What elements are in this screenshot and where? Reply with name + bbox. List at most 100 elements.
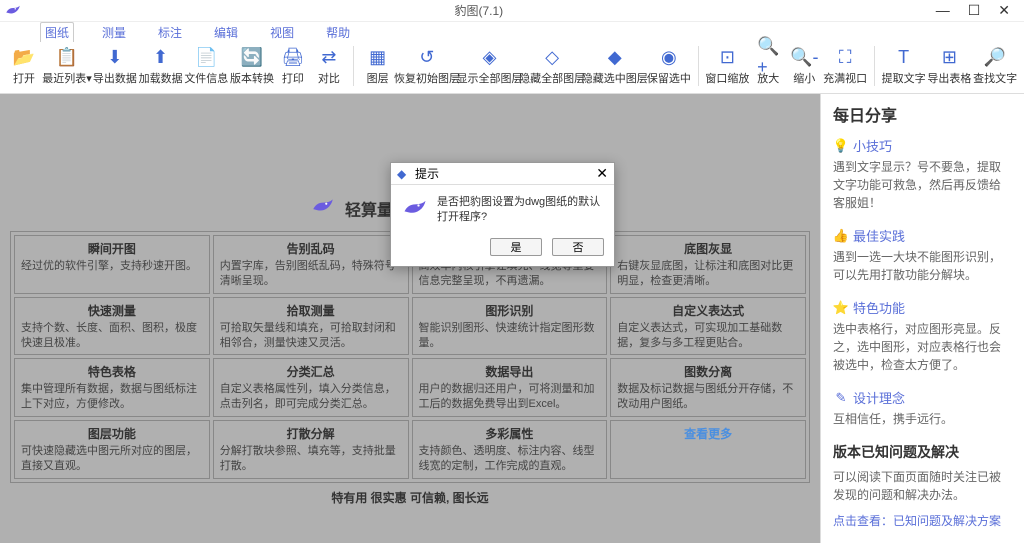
card-desc: 分解打散块参照、填充等，支持批量打散。 (220, 444, 402, 474)
toolbar-separator (874, 46, 875, 86)
toolbar-button-加载数据[interactable]: ⬆加载数据 (138, 44, 184, 88)
canvas-area: 轻算量快看图就用豹图! 瞬间开图经过优的软件引擎，支持秒速开图。告别乱码内置字库… (0, 94, 820, 543)
toolbar-button-版本转换[interactable]: 🔄版本转换 (229, 44, 275, 88)
文件信息-icon: 📄 (195, 46, 217, 68)
toolbar-label: 导出数据 (93, 70, 137, 86)
dialog-no-button[interactable]: 否 (552, 238, 604, 256)
窗口缩放-icon: ⊡ (716, 46, 738, 68)
share-item: 👍最佳实践遇到一选一大块不能图形识别，可以先用打散功能分解块。 (833, 226, 1012, 284)
dialog-yes-button[interactable]: 是 (490, 238, 542, 256)
welcome-logo-icon (310, 194, 336, 223)
toolbar-button-查找文字[interactable]: 🔎查找文字 (972, 44, 1018, 88)
toolbar-button-打印[interactable]: 🖨打印 (275, 44, 311, 88)
share-icon: 💡 (833, 138, 849, 154)
toolbar-button-隐藏全部图层[interactable]: ◇隐藏全部图层 (521, 44, 584, 88)
share-icon: ⭐ (833, 300, 849, 316)
放大-icon: 🔍+ (757, 46, 779, 68)
share-item: 💡小技巧遇到文字显示？号不要急，提取文字功能可救急，然后再反馈给客服姐！ (833, 136, 1012, 212)
card-desc: 经过优的软件引擎，支持秒速开图。 (21, 259, 203, 274)
feature-card: 图形识别智能识别图形、快速统计指定图形数量。 (412, 297, 608, 356)
对比-icon: ⇄ (318, 46, 340, 68)
card-title: 特色表格 (21, 363, 203, 380)
最近列表▾-icon: 📋 (56, 46, 78, 68)
share-desc: 互相信任，携手远行。 (833, 410, 1012, 428)
menu-tab-3[interactable]: 编辑 (210, 23, 242, 42)
menu-tab-4[interactable]: 视图 (266, 23, 298, 42)
menu-tab-2[interactable]: 标注 (154, 23, 186, 42)
dialog-title: 提示 (415, 165, 596, 182)
dialog-icon: ◆ (397, 167, 411, 181)
menu-tab-5[interactable]: 帮助 (322, 23, 354, 42)
toolbar-button-打开[interactable]: 📂 打开 (6, 44, 42, 88)
缩小-icon: 🔍- (793, 46, 815, 68)
toolbar-button-图层[interactable]: ▦图层 (360, 44, 396, 88)
share-desc: 遇到文字显示？号不要急，提取文字功能可救急，然后再反馈给客服姐！ (833, 158, 1012, 212)
toolbar-button-保留选中[interactable]: ◉ 保留选中 (646, 44, 692, 88)
打开-icon: 📂 (13, 46, 35, 68)
welcome-footer: 特有用 很实惠 可信赖, 图长远 (10, 483, 810, 512)
card-title: 告别乱码 (220, 240, 402, 257)
feature-card: 图数分离数据及标记数据与图纸分开存储，不改动用户图纸。 (610, 358, 806, 417)
maximize-icon[interactable]: ☐ (968, 2, 981, 19)
share-title: 最佳实践 (853, 226, 905, 245)
issues-title: 版本已知问题及解决 (833, 442, 1012, 462)
feature-card: 瞬间开图经过优的软件引擎，支持秒速开图。 (14, 235, 210, 294)
menu-tab-0[interactable]: 图纸 (40, 22, 74, 42)
menubar: 图纸 测量 标注 编辑 视图 帮助 (0, 22, 1024, 42)
minimize-icon[interactable]: — (936, 2, 950, 19)
导出数据-icon: ⬇ (104, 46, 126, 68)
toolbar-button-提取文字[interactable]: T提取文字 (881, 44, 927, 88)
close-icon[interactable]: ✕ (998, 2, 1010, 19)
card-title: 查看更多 (617, 425, 799, 442)
toolbar-label: 缩小 (793, 70, 815, 86)
toolbar-label: 保留选中 (647, 70, 691, 86)
toolbar-button-隐藏选中图层[interactable]: ◆隐藏选中图层 (583, 44, 646, 88)
toolbar-button-最近列表▾[interactable]: 📋 最近列表▾ (42, 44, 92, 88)
card-title: 瞬间开图 (21, 240, 203, 257)
card-title: 打散分解 (220, 425, 402, 442)
保留选中-icon: ◉ (658, 46, 680, 68)
workspace: 轻算量快看图就用豹图! 瞬间开图经过优的软件引擎，支持秒速开图。告别乱码内置字库… (0, 94, 1024, 543)
toolbar-button-导出表格[interactable]: ⊞导出表格 (927, 44, 973, 88)
card-desc: 内置字库，告别图纸乱码，特殊符号清晰呈现。 (220, 259, 402, 289)
issues-desc: 可以阅读下面页面随时关注已被发现的问题和解决办法。 (833, 468, 1012, 504)
toolbar-button-显示全部图层[interactable]: ◈显示全部图层 (458, 44, 521, 88)
feature-card: 多彩属性支持颜色、透明度、标注内容、线型线宽的定制，工作完成的直观。 (412, 420, 608, 479)
toolbar-button-文件信息[interactable]: 📄文件信息 (183, 44, 229, 88)
feature-card: 数据导出用户的数据归还用户，可将测量和加工后的数据免费导出到Excel。 (412, 358, 608, 417)
toolbar-button-窗口缩放[interactable]: ⊡窗口缩放 (705, 44, 751, 88)
share-desc: 选中表格行，对应图形亮显。反之，选中图形，对应表格行也会被选中，检查太方便了。 (833, 320, 1012, 374)
card-desc: 智能识别图形、快速统计指定图形数量。 (419, 321, 601, 351)
feature-card[interactable]: 查看更多 (610, 420, 806, 479)
图层-icon: ▦ (367, 46, 389, 68)
card-title: 数据导出 (419, 363, 601, 380)
issues-link[interactable]: 点击查看：已知问题及解决方案 (833, 512, 1012, 529)
toolbar-label: 最近列表▾ (42, 70, 92, 86)
dialog-message: 是否把豹图设置为dwg图纸的默认打开程序? (437, 195, 604, 226)
dialog-close-icon[interactable]: ✕ (596, 165, 608, 182)
feature-card: 分类汇总自定义表格属性列，填入分类信息，点击列名，即可完成分类汇总。 (213, 358, 409, 417)
card-title: 拾取测量 (220, 302, 402, 319)
toolbar-button-放大[interactable]: 🔍+放大 (750, 44, 786, 88)
toolbar-label: 加载数据 (139, 70, 183, 86)
toolbar-button-充满视口[interactable]: ⛶充满视口 (822, 44, 868, 88)
toolbar-label: 打开 (13, 70, 35, 86)
welcome-cards: 瞬间开图经过优的软件引擎，支持秒速开图。告别乱码内置字库，告别图纸乱码，特殊符号… (10, 231, 810, 483)
隐藏选中图层-icon: ◆ (604, 46, 626, 68)
toolbar-button-恢复初始图层[interactable]: ↺恢复初始图层 (396, 44, 459, 88)
card-title: 自定义表达式 (617, 302, 799, 319)
充满视口-icon: ⛶ (834, 46, 856, 68)
查找文字-icon: 🔎 (984, 46, 1006, 68)
menu-tab-1[interactable]: 测量 (98, 23, 130, 42)
toolbar-button-缩小[interactable]: 🔍- 缩小 (786, 44, 822, 88)
card-desc: 用户的数据归还用户，可将测量和加工后的数据免费导出到Excel。 (419, 382, 601, 412)
card-desc: 可拾取矢量线和填充，可拾取封闭和相邻合，测量快速又灵活。 (220, 321, 402, 351)
feature-card: 快速测量支持个数、长度、面积、图积，极度快速且极准。 (14, 297, 210, 356)
titlebar: 豹图(7.1) — ☐ ✕ (0, 0, 1024, 22)
app-logo-icon (4, 2, 22, 20)
toolbar-separator (353, 46, 354, 86)
toolbar-button-对比[interactable]: ⇄对比 (311, 44, 347, 88)
恢复初始图层-icon: ↺ (416, 46, 438, 68)
feature-card: 底图灰显右键灰显底图，让标注和底图对比更明显，检查更清晰。 (610, 235, 806, 294)
toolbar-button-导出数据[interactable]: ⬇ 导出数据 (92, 44, 138, 88)
